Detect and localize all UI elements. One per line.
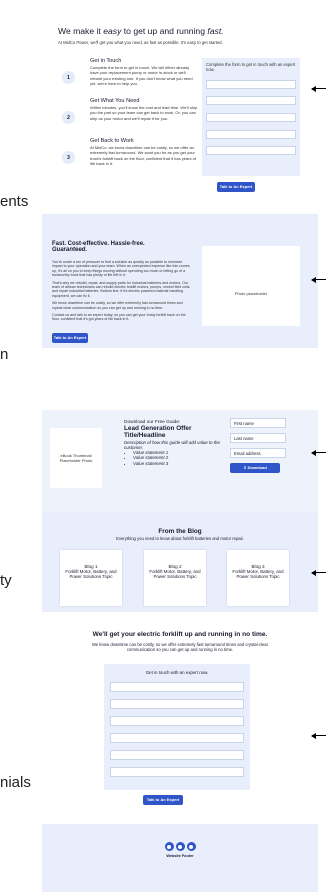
about-title: Fast. Cost-effective. Hassle-free. Guaran… [52,241,145,253]
blog-section: From the Blog Everything you need to kno… [42,512,318,612]
blog-arrow [311,569,326,576]
about-paragraph: You're under a ton of pressure to find a… [52,260,190,278]
cta-form-field-2[interactable] [110,699,244,709]
blog-title: From the Blog [158,528,202,535]
step-number-2: 2 [62,111,75,124]
cta-talk-button[interactable]: Talk to An Expert [143,795,183,805]
guide-copy: Download our Free Guide: Lead Generation… [124,420,228,466]
about-body: You're under a ton of pressure to find a… [52,260,192,322]
about-talk-button-overlay[interactable]: Talk to An Expert [52,333,88,343]
step-body: Within minutes, you'll know the cost and… [90,105,198,121]
step-body: At MidCo, we know downtime can be costly… [90,145,196,167]
blog-card-topic: Forklift Motor, Battery, and Power Solut… [65,569,117,580]
step-number-1: 1 [62,71,75,84]
social-icon-1[interactable] [164,842,174,851]
guide-description: Description of how this guide will add v… [124,439,220,451]
hero-form-field-3[interactable] [206,113,296,122]
hero-subheading: At MidCo Power, we'll get you what you n… [58,40,223,45]
social-icon-3[interactable] [186,842,196,851]
blog-card-2[interactable]: Blog 2 Forklift Motor, Battery, and Powe… [144,550,206,606]
cta-title: We'll get your electric forklift up and … [92,631,268,638]
hero-section: We make it easy to get up and running fa… [42,0,318,214]
step-1: Get in Touch Complete the form to get in… [90,58,198,87]
hero-form: Complete the form to get in touch with a… [202,58,300,176]
social-icon-2[interactable] [175,842,185,851]
hero-form-intro: Complete the form to get in touch with a… [206,62,296,73]
guide-section: eBook Thumbnail Placeholder Photo Downlo… [42,410,318,520]
first-name-field[interactable]: First name [230,418,286,428]
cta-form-field-1[interactable] [110,682,244,692]
about-paragraph: That's why we rebuild, repair, and suppl… [52,280,191,298]
blog-card-topic: Forklift Motor, Battery, and Power Solut… [149,569,201,580]
hero-form-field-2[interactable] [206,96,296,105]
guide-bullets: Value statement 1 Value statement 2 Valu… [124,450,228,466]
hero-form-field-5[interactable] [206,146,296,155]
blog-card-1[interactable]: Blog 1 Forklift Motor, Battery, and Powe… [60,550,122,606]
cta-form-field-4[interactable] [110,733,244,743]
hero-form-field-1[interactable] [206,80,296,89]
step-3: Get Back to Work At MidCo, we know downt… [90,138,198,167]
cta-form-field-5[interactable] [110,750,244,760]
step-title: Get in Touch [90,58,122,64]
guide-spacer [42,348,318,402]
cta-form: Get in touch with an expert now. [104,664,250,790]
footer-label: Website Footer [166,854,194,858]
about-paragraph: We know downtime can be costly, so we of… [52,301,183,310]
guide-title: Lead Generation Offer Title/Headline [124,425,192,440]
footer-section: Website Footer [42,824,318,892]
cta-arrow [311,732,326,739]
about-paragraph: Contact us and talk to an expert today, … [52,313,186,322]
guide-bullet: Value statement 3 [133,461,228,466]
about-arrow [311,276,326,283]
cta-form-field-6[interactable] [110,767,244,777]
cta-section: We'll get your electric forklift up and … [42,612,318,824]
hero-heading: We make it easy to get up and running fa… [58,26,224,36]
download-button[interactable]: ⇩ Download [230,463,280,473]
blog-card-3[interactable]: Blog 3 Forklift Motor, Battery, and Powe… [227,550,289,606]
blog-subtitle: Everything you need to know about forkli… [116,536,244,541]
step-2: Get What You Need Within minutes, you'll… [90,98,198,121]
cta-form-intro: Get in touch with an expert now. [145,670,209,675]
edge-label-ty: ty [0,572,12,589]
edge-label-n: n [0,346,9,363]
step-title: Get What You Need [90,98,140,104]
blog-card-topic: Forklift Motor, Battery, and Power Solut… [232,569,284,580]
about-section: Fast. Cost-effective. Hassle-free. Guaran… [42,214,318,340]
last-name-field[interactable]: Last name [230,433,286,443]
step-title: Get Back to Work [90,138,134,144]
edge-label-nials: nials [0,774,31,791]
hero-talk-button[interactable]: Talk to An Expert [217,182,255,192]
cta-form-field-3[interactable] [110,716,244,726]
hero-arrow [311,85,326,92]
step-body: Complete the form to get in touch. We wi… [90,65,193,87]
email-field[interactable]: Email address [230,448,286,458]
step-number-3: 3 [62,151,75,164]
guide-arrow [311,449,326,456]
cta-body: We know downtime can be costly, so we of… [92,642,268,653]
edge-label-ents: ents [0,193,29,210]
ebook-thumbnail: eBook Thumbnail Placeholder Photo [50,428,102,488]
hero-form-field-4[interactable] [206,130,296,139]
guide-form: First name Last name Email address ⇩ Dow… [230,418,286,473]
